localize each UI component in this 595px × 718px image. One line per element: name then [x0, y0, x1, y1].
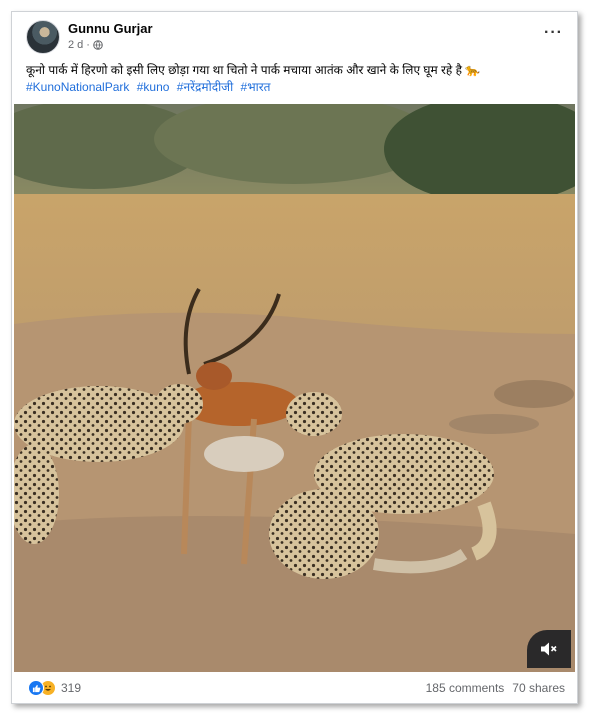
reaction-summary[interactable]: 319 [28, 680, 81, 696]
hashtag[interactable]: #kuno [137, 80, 170, 94]
post-time[interactable]: 2 d [68, 39, 83, 51]
post-meta: 2 d · [68, 39, 103, 51]
speaker-muted-icon[interactable] [527, 630, 571, 668]
post-footer: 319 185 comments 70 shares [12, 672, 577, 704]
hashtag[interactable]: #भारत [241, 80, 271, 94]
globe-icon [93, 40, 103, 50]
hashtag[interactable]: #KunoNationalPark [26, 80, 129, 94]
shares-count[interactable]: 70 shares [512, 681, 565, 695]
post-video[interactable] [14, 104, 575, 672]
avatar[interactable] [26, 20, 60, 54]
comments-count[interactable]: 185 comments [426, 681, 505, 695]
post-caption: कूनो पार्क में हिरणो को इसी लिए छोड़ा गय… [26, 63, 481, 77]
more-options-icon[interactable]: ··· [544, 24, 563, 42]
meta-separator: · [86, 39, 90, 51]
speaker-muted-glyph [541, 642, 557, 656]
hashtag[interactable]: #नरेंद्रमोदीजी [177, 80, 233, 94]
like-icon [28, 680, 44, 696]
post-card: Gunnu Gurjar 2 d · ··· कूनो पार्क में हि… [11, 11, 578, 704]
video-frame [14, 104, 575, 672]
reaction-count: 319 [61, 681, 82, 695]
engagement-stats: 185 comments 70 shares [426, 681, 565, 695]
hashtag-list: #KunoNationalPark #kuno #नरेंद्रमोदीजी #… [26, 79, 275, 96]
author-name[interactable]: Gunnu Gurjar [68, 21, 153, 36]
